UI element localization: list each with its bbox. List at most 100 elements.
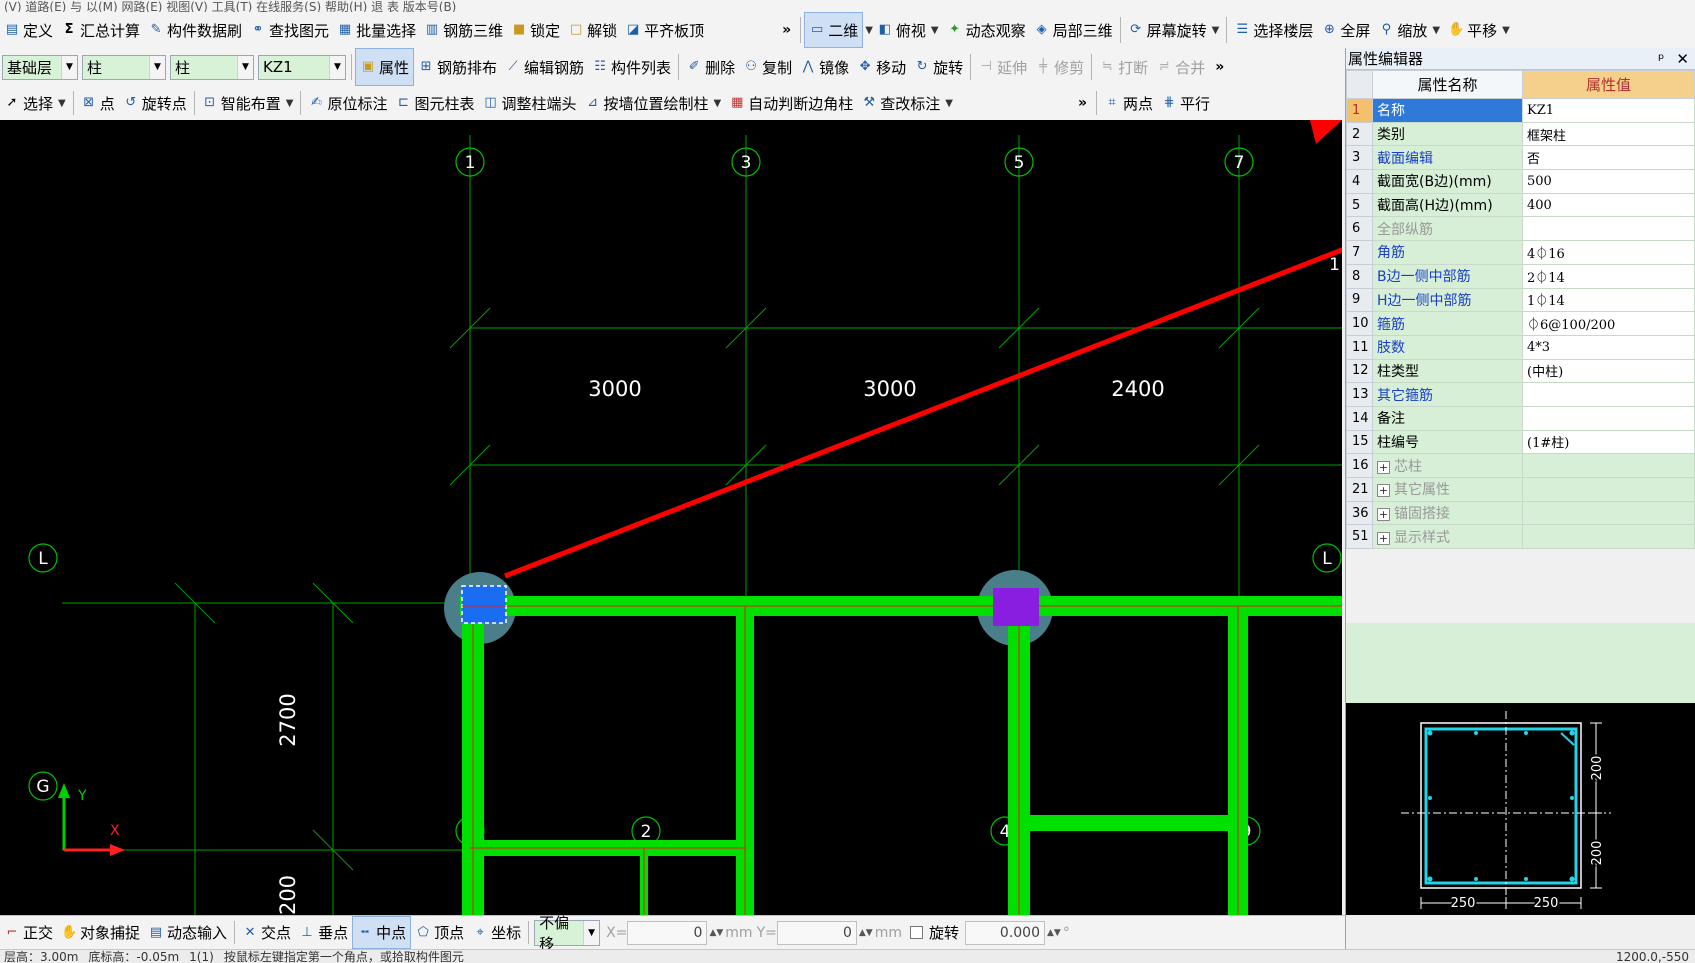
smart-layout-button[interactable]: ⊡ 智能布置 ▼	[198, 86, 298, 120]
lock-button[interactable]: ■ 锁定	[507, 12, 564, 48]
column-kz1-selected[interactable]	[461, 585, 507, 624]
properties-button[interactable]: ▣ 属性	[355, 48, 415, 86]
property-name[interactable]: + 芯柱	[1372, 453, 1523, 478]
property-row[interactable]: 21 + 其它属性	[1346, 477, 1695, 502]
property-value-cell[interactable]: 2⏀14	[1522, 263, 1695, 289]
beam-secondary-right[interactable]	[1019, 815, 1239, 831]
expand-plus-icon[interactable]: +	[1377, 484, 1390, 498]
property-name[interactable]: 全部纵筋	[1372, 216, 1523, 242]
property-value-cell[interactable]	[1522, 524, 1695, 550]
property-value-cell[interactable]: (中柱)	[1522, 358, 1695, 384]
property-value-cell[interactable]: 否	[1522, 145, 1695, 171]
property-row[interactable]: 1 名称 KZ1	[1346, 98, 1695, 123]
trim-button[interactable]: ╪ 修剪	[1031, 48, 1088, 86]
property-name[interactable]: + 锚固搭接	[1372, 500, 1523, 526]
2d-view-button[interactable]: ▭ 二维	[804, 12, 864, 48]
find-element-button[interactable]: ⚭ 查找图元	[246, 12, 333, 48]
component-list-button[interactable]: ☷ 构件列表	[588, 48, 675, 86]
rebar-layout-button[interactable]: ⊞ 钢筋排布	[414, 48, 501, 86]
component-subtype-select[interactable]: 柱 ▼	[170, 54, 254, 80]
section-preview[interactable]: 250 250 200 200	[1345, 703, 1695, 915]
property-name[interactable]: 角筋	[1372, 240, 1523, 265]
toolbar-overflow-chevron-icon[interactable]: »	[776, 22, 797, 38]
property-row[interactable]: 16 + 芯柱	[1346, 453, 1695, 478]
property-name[interactable]: H边一侧中部筋	[1372, 287, 1523, 313]
property-name[interactable]: B边一侧中部筋	[1372, 263, 1523, 289]
adjust-column-end-button[interactable]: ◫ 调整柱端头	[479, 86, 581, 120]
align-slab-button[interactable]: ◪ 平齐板顶	[621, 12, 708, 48]
property-row[interactable]: 9 H边一侧中部筋 1⏀14	[1346, 287, 1695, 313]
property-row[interactable]: 13 其它箍筋	[1346, 382, 1695, 407]
check-annotation-button[interactable]: ⚒ 查改标注 ▼	[857, 86, 957, 120]
property-row[interactable]: 14 备注	[1346, 405, 1695, 431]
coordinate-snap[interactable]: ⌖ 坐标	[468, 916, 525, 949]
property-name[interactable]: 肢数	[1372, 334, 1523, 360]
y-spinner-icon[interactable]: ▲▼	[859, 928, 873, 938]
rotate-checkbox[interactable]	[910, 926, 923, 939]
vertex-snap[interactable]: ⬠ 顶点	[411, 916, 468, 949]
menu-bar[interactable]: (V) 道路(E) 与 以(M) 网路(E) 视图(V) 工具(T) 在线服务(…	[0, 0, 1695, 12]
property-name[interactable]: + 其它属性	[1372, 477, 1523, 502]
fullscreen-button[interactable]: ⊕ 全屏	[1317, 12, 1374, 48]
y-coordinate-input[interactable]: 0	[776, 920, 857, 945]
ortho-toggle[interactable]: ⌐ 正交	[0, 916, 57, 949]
property-value-cell[interactable]: 1⏀14	[1522, 287, 1695, 313]
property-row[interactable]: 12 柱类型 (中柱)	[1346, 358, 1695, 384]
pan-button[interactable]: ✋ 平移 ▼	[1444, 12, 1514, 48]
rotate-spinner-icon[interactable]: ▲▼	[1047, 928, 1061, 938]
property-value-cell[interactable]: 4*3	[1522, 334, 1695, 360]
toolbar-overflow-chevron-icon[interactable]: »	[1209, 59, 1230, 75]
rotate-button[interactable]: ↻ 旋转	[910, 48, 967, 86]
floor-select[interactable]: 基础层 ▼	[2, 54, 78, 80]
define-button[interactable]: ▤ 定义	[0, 12, 57, 48]
dynamic-input-toggle[interactable]: ▤ 动态输入	[144, 916, 231, 949]
property-row[interactable]: 3 截面编辑 否	[1346, 145, 1695, 171]
edit-rebar-button[interactable]: ⟋ 编辑钢筋	[501, 48, 588, 86]
property-row[interactable]: 7 角筋 4⏀16	[1346, 240, 1695, 265]
rotate-angle-input[interactable]: 0.000	[965, 920, 1046, 945]
property-name[interactable]: 截面宽(B边)(mm)	[1372, 169, 1523, 194]
top-view-button[interactable]: ◧ 俯视 ▼	[873, 12, 943, 48]
object-snap-toggle[interactable]: ✋ 对象捕捉	[57, 916, 144, 949]
move-button[interactable]: ✥ 移动	[853, 48, 910, 86]
intersection-snap[interactable]: ✕ 交点	[238, 916, 295, 949]
offset-mode-select[interactable]: 不偏移 ▼	[534, 914, 601, 953]
zoom-button[interactable]: ⚲ 缩放 ▼	[1374, 12, 1444, 48]
property-row[interactable]: 11 肢数 4*3	[1346, 334, 1695, 360]
property-value-cell[interactable]: 框架柱	[1522, 121, 1695, 147]
auto-corner-column-button[interactable]: ▦ 自动判断边角柱	[725, 86, 857, 120]
break-button[interactable]: ≒ 打断	[1095, 48, 1152, 86]
rotate-point-button[interactable]: ↺ 旋转点	[119, 86, 191, 120]
property-name[interactable]: 备注	[1372, 405, 1523, 431]
midpoint-snap[interactable]: ╍ 中点	[352, 916, 412, 949]
property-row[interactable]: 15 柱编号 (1#柱)	[1346, 429, 1695, 455]
drawing-canvas[interactable]: 1 3 5 7 L G L 1 2 4 9 1 3000 3000 2400 2…	[0, 120, 1342, 915]
two-point-button[interactable]: ⌗ 两点	[1100, 86, 1157, 120]
select-button[interactable]: ➚ 选择 ▼	[0, 86, 70, 120]
data-brush-button[interactable]: ✎ 构件数据刷	[144, 12, 246, 48]
property-row[interactable]: 36 + 锚固搭接	[1346, 500, 1695, 526]
column-kz1[interactable]	[993, 588, 1039, 626]
summary-calc-button[interactable]: Σ 汇总计算	[57, 12, 144, 48]
property-value-cell[interactable]: ⏀6@100/200	[1522, 311, 1695, 336]
pin-icon[interactable]: ᵖ	[1658, 50, 1664, 68]
property-value-cell[interactable]: 4⏀16	[1522, 240, 1695, 265]
beams[interactable]	[460, 596, 1342, 915]
column-table-button[interactable]: ⊏ 图元柱表	[391, 86, 478, 120]
property-name[interactable]: 类别	[1372, 121, 1523, 147]
2d-view-dropdown-icon[interactable]: ▼	[865, 25, 873, 36]
property-row[interactable]: 5 截面高(H边)(mm) 400	[1346, 192, 1695, 218]
property-name[interactable]: 柱类型	[1372, 358, 1523, 384]
parallel-button[interactable]: ⋕ 平行	[1157, 86, 1214, 120]
property-value-cell[interactable]	[1522, 405, 1695, 431]
unlock-button[interactable]: □ 解锁	[564, 12, 621, 48]
property-name[interactable]: 其它箍筋	[1372, 382, 1523, 407]
extend-button[interactable]: ⊣ 延伸	[974, 48, 1031, 86]
local-3d-button[interactable]: ◈ 局部三维	[1030, 12, 1117, 48]
property-row[interactable]: 8 B边一侧中部筋 2⏀14	[1346, 263, 1695, 289]
property-row[interactable]: 51 + 显示样式	[1346, 524, 1695, 550]
menu-bar-text[interactable]: (V) 道路(E) 与 以(M) 网路(E) 视图(V) 工具(T) 在线服务(…	[0, 0, 456, 12]
mirror-button[interactable]: ⋀ 镜像	[796, 48, 853, 86]
property-value-cell[interactable]: (1#柱)	[1522, 429, 1695, 455]
property-value-cell[interactable]	[1522, 216, 1695, 242]
